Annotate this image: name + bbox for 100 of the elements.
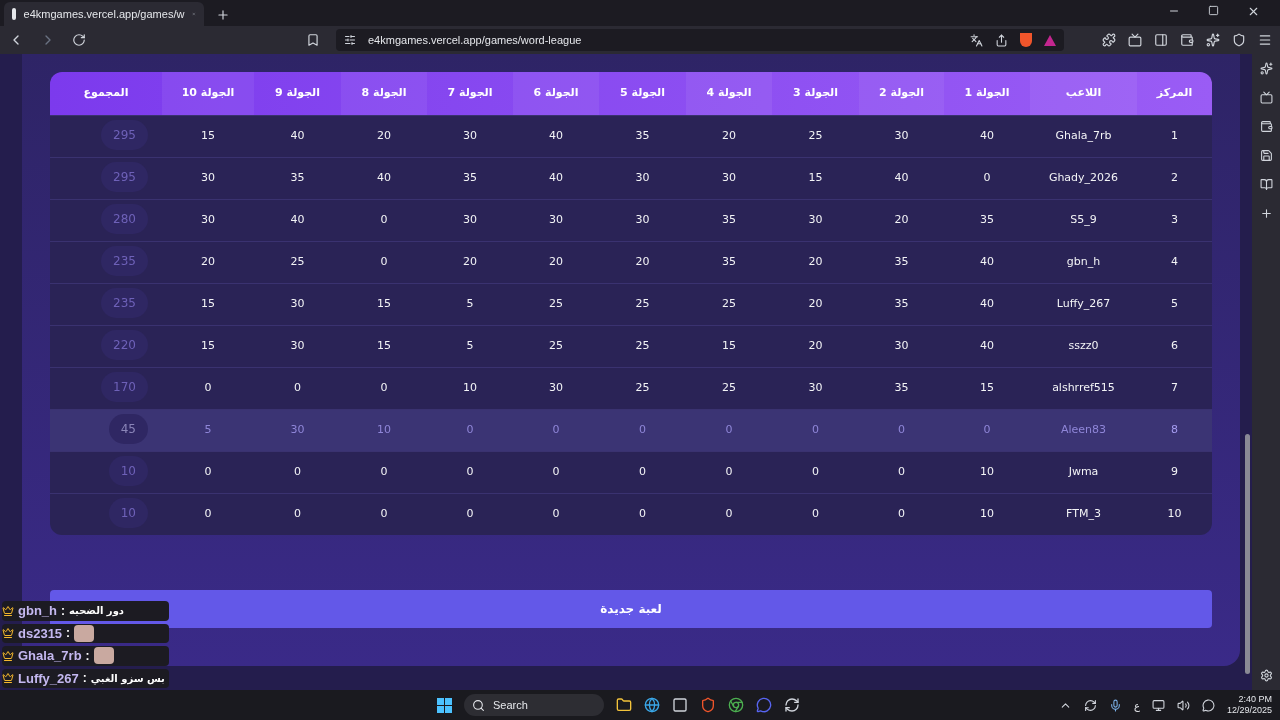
total-score: 280 (101, 204, 148, 234)
share-icon[interactable] (995, 33, 1008, 47)
table-cell: 0 (812, 464, 819, 481)
table-cell: 15 (201, 338, 215, 355)
translate-icon[interactable] (970, 33, 983, 47)
sparkles-icon[interactable] (1259, 62, 1273, 75)
language-indicator[interactable]: ع (1134, 697, 1140, 713)
clock-time[interactable]: 2:40 PM (1238, 694, 1272, 705)
column-header: الجولة 6 (513, 72, 599, 115)
wallet-icon[interactable] (1180, 33, 1194, 47)
table-cell: 35 (980, 212, 994, 229)
table-cell: 0 (204, 506, 212, 523)
table-cell: FTM_3 (1066, 506, 1101, 523)
table-cell: 40 (980, 128, 994, 145)
scrollbar[interactable] (1242, 54, 1252, 690)
menu-icon[interactable] (1258, 33, 1272, 47)
chrome-icon[interactable] (728, 697, 744, 713)
notification-icon[interactable] (1201, 698, 1215, 712)
lion-shield-icon[interactable] (1020, 33, 1032, 47)
table-cell: 4 (1171, 254, 1178, 271)
book-icon[interactable] (1259, 178, 1273, 191)
total-score: 235 (101, 246, 148, 276)
table-cell: 10 (377, 422, 391, 439)
emote-image (74, 624, 95, 642)
crown-badge-icon (2, 604, 14, 617)
maximize-icon[interactable] (1208, 5, 1219, 16)
chat-icon[interactable] (756, 697, 772, 713)
address-bar[interactable]: e4kmgames.vercel.app/games/word-league (336, 29, 1064, 51)
chat-separator: : (85, 647, 90, 665)
table-cell: 0 (204, 464, 212, 481)
store-icon[interactable] (672, 697, 688, 713)
table-cell: 5 (1171, 296, 1178, 313)
reload-icon[interactable] (72, 33, 86, 47)
table-row[interactable]: 295 15 40 20 30 40 35 20 25 30 40 Ghala_7rb 1 (50, 115, 1212, 157)
table-cell: 25 (635, 380, 650, 397)
table-row[interactable]: 235 20 25 0 20 20 20 35 20 35 40 gbn_h 4 (50, 241, 1212, 283)
table-cell: 5 (466, 338, 474, 355)
sync-icon[interactable] (1084, 698, 1097, 712)
table-cell: 30 (722, 170, 736, 187)
table-cell: 25 (549, 296, 563, 313)
table-cell: S5_9 (1070, 212, 1097, 229)
table-cell: 0 (725, 422, 733, 439)
shield-icon[interactable] (1232, 33, 1246, 47)
table-cell: 20 (808, 254, 823, 271)
shield-icon[interactable] (700, 697, 716, 713)
microphone-icon[interactable] (1109, 698, 1122, 712)
add-icon[interactable] (1259, 207, 1273, 220)
table-row[interactable]: 10 0 0 0 0 0 0 0 0 0 10 Jwma 9 (50, 451, 1212, 493)
sidebar-icon[interactable] (1154, 33, 1168, 47)
table-cell: 35 (722, 254, 736, 271)
table-cell: 40 (377, 170, 391, 187)
table-cell: 6 (1171, 338, 1178, 355)
table-cell: 25 (635, 296, 650, 313)
table-cell: 3 (1171, 212, 1178, 229)
network-icon[interactable] (1151, 698, 1165, 712)
table-cell: Luffy_267 (1056, 296, 1111, 313)
table-cell: 15 (980, 380, 994, 397)
column-header: الجولة 5 (619, 85, 666, 102)
window-icon[interactable] (1128, 33, 1142, 47)
table-cell: 10 (980, 506, 994, 523)
bookmark-icon[interactable] (306, 33, 320, 47)
volume-icon[interactable] (1176, 698, 1190, 712)
save-icon[interactable] (1259, 149, 1273, 162)
table-cell: 30 (808, 212, 823, 229)
total-score: 10 (108, 498, 148, 528)
table-cell: 20 (377, 128, 391, 145)
extensions-icon[interactable] (1102, 33, 1116, 47)
table-cell: 35 (894, 380, 909, 397)
table-row[interactable]: 220 15 30 15 5 25 25 15 20 30 40 sszz0 6 (50, 325, 1212, 367)
table-cell: 1 (1171, 128, 1178, 145)
sparkles-icon[interactable] (1206, 33, 1220, 47)
table-cell: 25 (549, 338, 563, 355)
table-cell: 40 (290, 212, 305, 229)
table-row[interactable]: 295 30 35 40 35 40 30 30 15 40 0 Ghady_2026 2 (50, 157, 1212, 199)
clock-date[interactable]: 12/29/2025 (1226, 705, 1272, 716)
wallet-icon[interactable] (1259, 120, 1273, 133)
crown-badge-icon (2, 672, 14, 685)
table-row[interactable]: 45 5 30 10 0 0 0 0 0 0 0 Aleen83 8 (50, 409, 1212, 451)
settings-icon[interactable] (1259, 669, 1273, 682)
total-score: 295 (101, 120, 148, 150)
new-tab-icon[interactable] (216, 8, 230, 22)
site-settings-icon[interactable] (344, 34, 356, 46)
table-cell: 15 (722, 338, 736, 355)
table-cell: 35 (894, 254, 909, 271)
tv-icon[interactable] (1259, 91, 1273, 104)
table-cell: 0 (380, 380, 388, 397)
windows-start-icon[interactable] (437, 697, 452, 713)
folder-icon[interactable] (616, 697, 632, 713)
table-cell: 0 (898, 422, 905, 439)
browser-tab[interactable]: e4kmgames.vercel.app/games/w (4, 2, 204, 26)
table-row[interactable]: 235 15 30 15 5 25 25 25 20 35 40 Luffy_267 5 (50, 283, 1212, 325)
table-cell: 20 (722, 128, 736, 145)
column-header: الجولة 3 (792, 85, 839, 102)
app-icon[interactable] (784, 697, 800, 713)
table-cell: 5 (204, 422, 212, 439)
taskbar-search[interactable]: Search (464, 694, 604, 716)
table-row[interactable]: 10 0 0 0 0 0 0 0 0 0 10 FTM_3 10 (50, 493, 1212, 535)
chat-message: بس سزو الغبي (90, 671, 165, 686)
table-row[interactable]: 280 30 40 0 30 30 30 35 30 20 35 S5_9 3 (50, 199, 1212, 241)
chat-separator: : (61, 602, 65, 620)
